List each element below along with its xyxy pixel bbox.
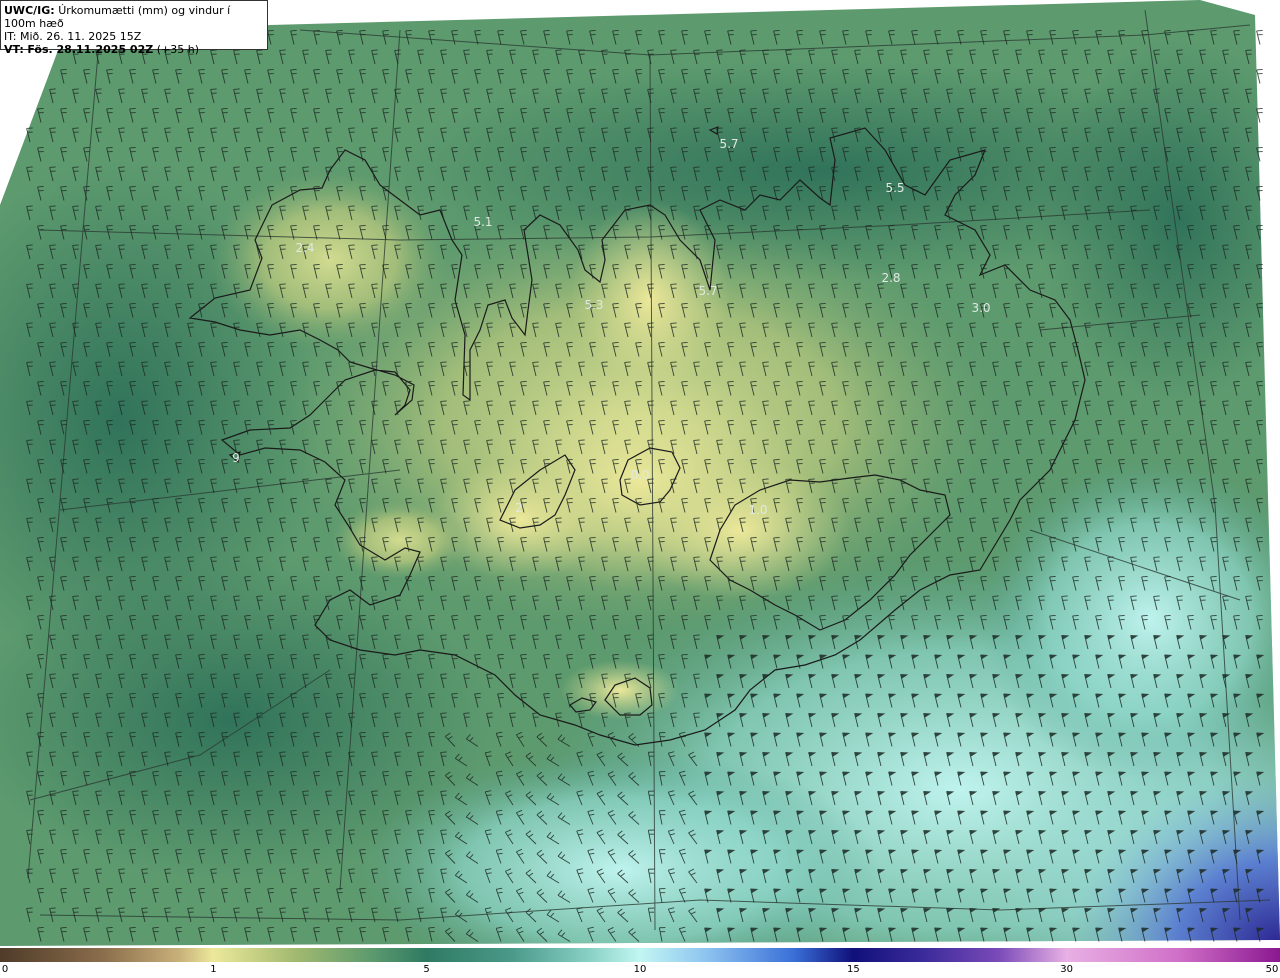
map-value-label: 3.0: [971, 301, 991, 315]
model-label: UWC/IG:: [4, 4, 55, 17]
colorbar: 0 1 5 10 15 30 50: [0, 946, 1280, 978]
colorbar-tick-label: 30: [1060, 964, 1073, 975]
title-line: UWC/IG: Úrkomumætti (mm) og vindur í 100…: [4, 4, 264, 30]
map-value-label: 2.8: [881, 271, 901, 285]
map-value-label: 2.4: [295, 241, 315, 255]
colorbar-tick-label: 5: [423, 964, 430, 975]
map-value-label: 9: [232, 451, 240, 465]
map-value-label: 2: [515, 501, 523, 515]
colorbar-tick-label: 50: [1265, 964, 1279, 975]
wind-barb: [1256, 68, 1263, 84]
map-value-label: 1.0: [748, 503, 768, 517]
wind-barb: [1256, 29, 1263, 45]
colorbar-tick-label: 10: [633, 964, 647, 975]
valid-time: Fös. 28.11.2025 02Z: [27, 43, 154, 56]
colorbar-tick-label: 1: [210, 964, 217, 975]
map-value-label: 5.3: [584, 298, 604, 312]
map-value-label: 5.1: [473, 215, 493, 229]
wind-barb: [1256, 107, 1263, 123]
colorbar-tick-label: 15: [847, 964, 860, 975]
lead-time: (+35 h): [156, 43, 199, 56]
forecast-map: 5.7 5.5 5.1 2.4 2.8 5.7 5.3 3.0 0.0 1.0 2 9 UWC/IG:…: [0, 0, 1280, 946]
colorbar-strip: [0, 948, 1280, 962]
issue-time: IT: Mið. 26. 11. 2025 15Z: [4, 30, 142, 43]
map-value-label: 5.5: [885, 181, 905, 195]
map-title-box: UWC/IG: Úrkomumætti (mm) og vindur í 100…: [0, 0, 268, 56]
valid-prefix: VT:: [4, 43, 24, 56]
map-value-label: 5.7: [719, 137, 739, 151]
map-value-label: 5.7: [698, 284, 718, 298]
map-value-label: 0.0: [630, 468, 650, 482]
valid-time-line: VT: Fös. 28.11.2025 02Z (+35 h): [4, 43, 264, 56]
colorbar-tick-label: 0: [1, 964, 9, 975]
